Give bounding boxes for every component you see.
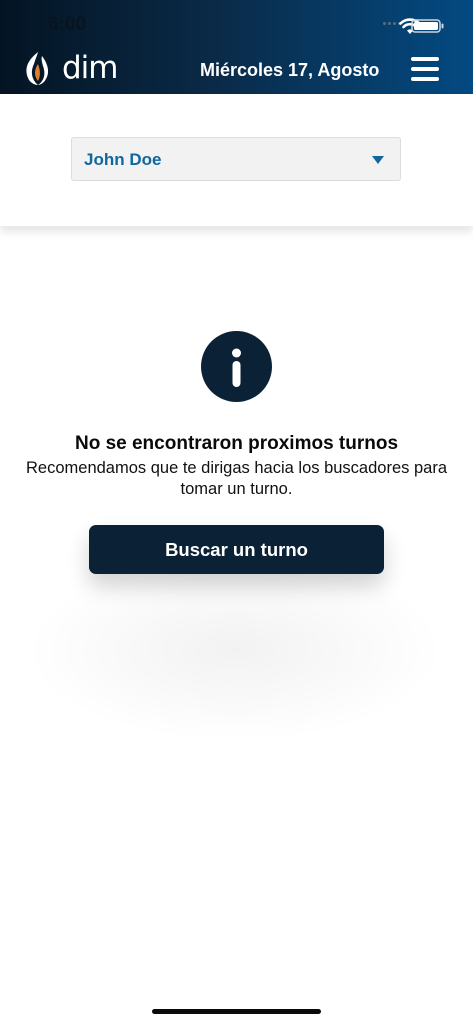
info-icon <box>201 331 272 402</box>
search-appointment-button[interactable]: Buscar un turno <box>89 525 384 574</box>
empty-state-message-line: Recomendamos que te dirigas hacia los bu… <box>26 459 447 477</box>
empty-state-title: No se encontraron proximos turnos <box>74 433 399 454</box>
logo-flame-icon <box>26 52 49 85</box>
menu-icon[interactable] <box>411 57 439 81</box>
battery-icon <box>411 19 444 33</box>
patient-select[interactable]: John Doe <box>71 137 401 181</box>
patient-selector-card: John Doe <box>0 94 473 226</box>
logo-text: dim <box>62 50 118 86</box>
empty-state-message: Recomendamos que te dirigas hacia los bu… <box>0 458 473 500</box>
dropdown-icon <box>372 156 384 164</box>
patient-select-value: John Doe <box>84 150 162 169</box>
app-logo[interactable]: dim <box>18 48 118 88</box>
button-shadow-glow <box>30 560 440 740</box>
header-date: Miércoles 17, Agosto <box>200 60 380 80</box>
app-header: 6:00 dim Miércoles 17, Agosto <box>0 0 473 94</box>
empty-state-message-line: tomar un turno. <box>180 480 293 498</box>
home-indicator[interactable] <box>152 1009 321 1014</box>
signal-icon <box>383 12 405 25</box>
status-time: 6:00 <box>48 14 87 35</box>
